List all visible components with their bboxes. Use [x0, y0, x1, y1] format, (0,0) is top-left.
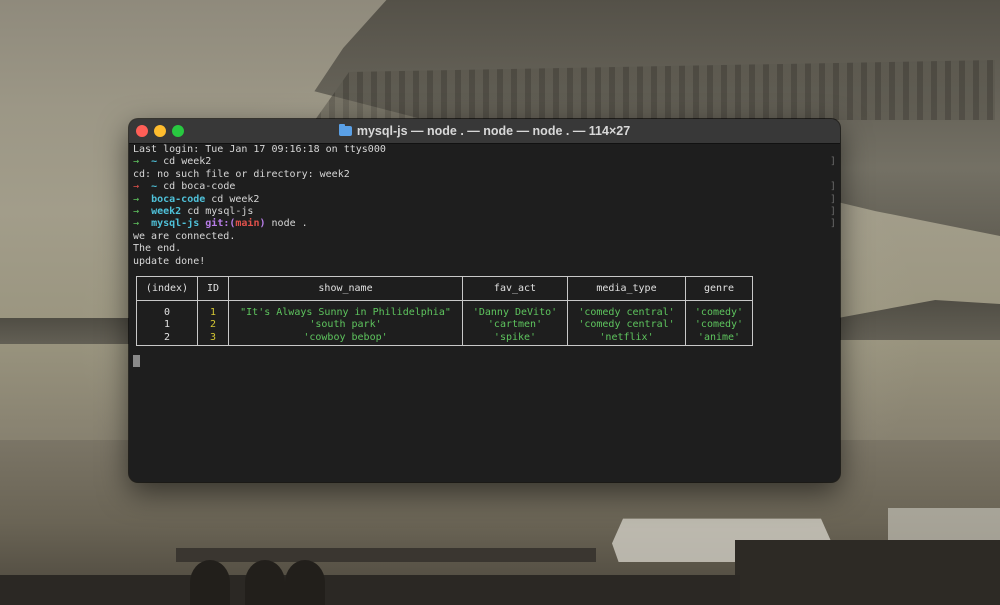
cell-index: 2 — [163, 331, 171, 343]
cell-show-name: 'south park' — [309, 319, 382, 331]
column-fav-act: 'Danny DeVito' 'cartmen' 'spike' — [462, 299, 568, 347]
prompt-arrow: → — [133, 181, 140, 193]
prompt-arrow: → — [133, 193, 140, 205]
prompt-arrow: → — [133, 156, 140, 168]
column-show-name: "It's Always Sunny in Philidelphia" 'sou… — [228, 299, 463, 347]
line-marker: ] — [829, 205, 836, 217]
prompt-line: → boca-code cd week2] — [133, 194, 836, 206]
line-marker: ] — [829, 218, 836, 230]
command-text: cd week2 — [205, 193, 260, 205]
prompt-line: → week2 cd mysql-js] — [133, 206, 836, 218]
header-id: ID — [197, 276, 229, 301]
cell-media-type: 'comedy central' — [578, 307, 675, 318]
last-login-line: Last login: Tue Jan 17 09:16:18 on ttys0… — [133, 144, 386, 155]
minimize-button[interactable] — [154, 125, 166, 137]
header-index: (index) — [136, 276, 198, 301]
git-branch: main — [235, 218, 260, 230]
wallpaper-palm — [285, 560, 325, 605]
prompt-arrow: → — [133, 205, 140, 217]
console-table: (index) ID show_name fav_act media_type … — [136, 276, 753, 347]
prompt-directory: boca-code — [151, 193, 206, 205]
header-media-type: media_type — [567, 276, 686, 301]
command-text: cd boca-code — [157, 181, 236, 193]
error-line: cd: no such file or directory: week2 — [133, 168, 350, 180]
wallpaper-palm — [245, 560, 285, 605]
cell-genre: 'comedy' — [694, 319, 744, 331]
zoom-button[interactable] — [172, 125, 184, 137]
window-title-wrap: mysql-js — node . — node — node . — 114×… — [129, 119, 840, 143]
close-button[interactable] — [136, 125, 148, 137]
cell-id: 1 — [209, 307, 217, 318]
column-media-type: 'comedy central' 'comedy central' 'netfl… — [567, 299, 686, 347]
cell-fav-act: 'Danny DeVito' — [472, 307, 558, 318]
cell-genre: 'comedy' — [694, 307, 744, 318]
table-body: 0 1 2 1 2 3 "It's Always Sunny in Philid… — [136, 299, 753, 347]
column-genre: 'comedy' 'comedy' 'anime' — [685, 299, 753, 347]
line-marker: ] — [829, 181, 836, 193]
wallpaper-buildings — [735, 540, 1000, 605]
table-header-row: (index) ID show_name fav_act media_type … — [136, 276, 753, 301]
wallpaper-palm — [190, 560, 230, 605]
cell-show-name: 'cowboy bebop' — [303, 331, 388, 343]
prompt-directory: week2 — [151, 205, 182, 217]
git-prefix: git:( — [205, 218, 236, 230]
cell-id: 3 — [209, 331, 217, 343]
output-line: The end. — [133, 243, 182, 255]
results-table: (index) ID show_name fav_act media_type … — [136, 276, 753, 347]
cell-fav-act: 'spike' — [493, 331, 537, 343]
terminal-output[interactable]: Last login: Tue Jan 17 09:16:18 on ttys0… — [133, 144, 836, 478]
terminal-window[interactable]: mysql-js — node . — node — node . — 114×… — [129, 119, 840, 482]
wallpaper-bridge-left — [0, 318, 140, 344]
cell-index: 1 — [163, 319, 171, 331]
command-text: cd mysql-js — [181, 205, 254, 217]
cell-id: 2 — [209, 319, 217, 331]
column-index: 0 1 2 — [136, 299, 198, 347]
wallpaper-shore — [0, 575, 740, 605]
output-line: update done! — [133, 255, 206, 267]
line-marker: ] — [829, 156, 836, 168]
cell-genre: 'anime' — [697, 331, 741, 343]
command-text: node . — [265, 218, 308, 230]
prompt-line: → ~ cd boca-code] — [133, 181, 836, 193]
text-cursor[interactable] — [133, 355, 140, 367]
cell-index: 0 — [163, 307, 171, 318]
window-title: mysql-js — node . — node — node . — 114×… — [356, 124, 631, 138]
title-bar[interactable]: mysql-js — node . — node — node . — 114×… — [129, 119, 840, 144]
cell-media-type: 'comedy central' — [578, 319, 675, 331]
header-show-name: show_name — [228, 276, 463, 301]
header-genre: genre — [685, 276, 753, 301]
command-text: cd week2 — [157, 156, 212, 168]
prompt-line: → ~ cd week2] — [133, 156, 836, 168]
prompt-line: → mysql-js git:(main) node .] — [133, 218, 836, 230]
prompt-arrow: → — [133, 218, 140, 230]
column-id: 1 2 3 — [197, 299, 229, 347]
wallpaper-pier — [176, 548, 596, 562]
cell-media-type: 'netflix' — [599, 331, 654, 343]
prompt-directory: mysql-js — [151, 218, 200, 230]
folder-icon — [338, 124, 352, 136]
output-line: we are connected. — [133, 230, 236, 242]
header-fav-act: fav_act — [462, 276, 568, 301]
cell-show-name: "It's Always Sunny in Philidelphia" — [240, 307, 451, 318]
cell-fav-act: 'cartmen' — [487, 319, 543, 331]
line-marker: ] — [829, 193, 836, 205]
